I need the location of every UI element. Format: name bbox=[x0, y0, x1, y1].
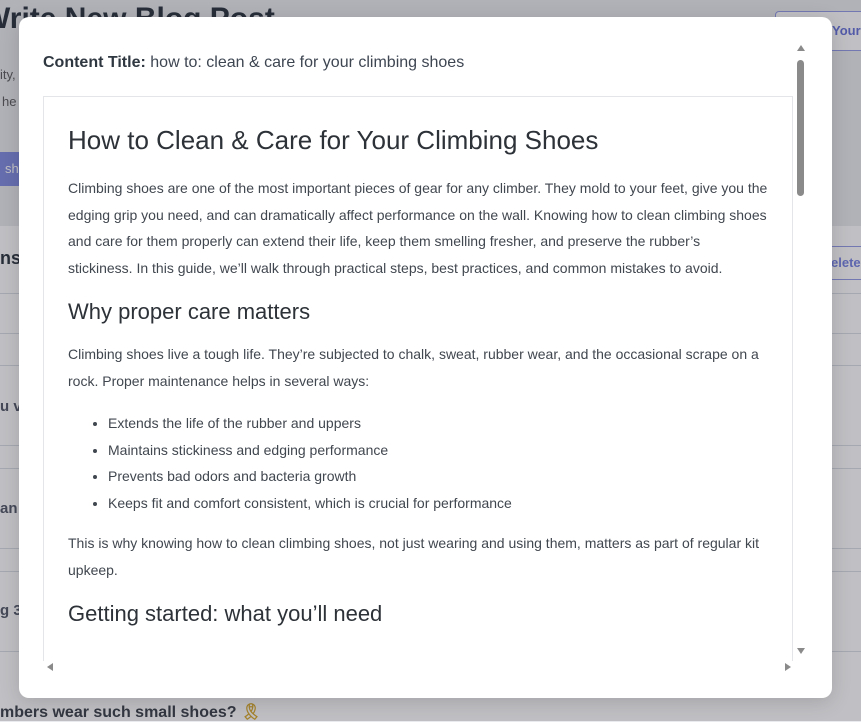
document-title: How to Clean & Care for Your Climbing Sh… bbox=[68, 125, 599, 155]
vertical-scrollbar[interactable] bbox=[795, 45, 807, 657]
scrollbar-thumb[interactable] bbox=[797, 60, 804, 196]
section-heading: Getting started: what you’ll need bbox=[68, 601, 383, 627]
section-paragraph: This is why knowing how to clean climbin… bbox=[68, 535, 759, 578]
bullet-list: Extends the life of the rubber and upper… bbox=[68, 410, 768, 516]
document-body: How to Clean & Care for Your Climbing Sh… bbox=[68, 123, 768, 643]
content-title-label: Content Title: bbox=[43, 54, 146, 71]
section-heading: Why proper care matters bbox=[68, 299, 311, 324]
horizontal-scrollbar[interactable] bbox=[47, 661, 791, 673]
content-title-value: how to: clean & care for your climbing s… bbox=[150, 54, 465, 71]
section-paragraph: Climbing shoes live a tough life. They’r… bbox=[68, 346, 759, 389]
bullet-item: Extends the life of the rubber and upper… bbox=[108, 410, 768, 437]
intro-paragraph: Climbing shoes are one of the most impor… bbox=[68, 180, 768, 276]
content-preview-modal: Content Title: how to: clean & care for … bbox=[19, 17, 832, 698]
scroll-down-icon[interactable] bbox=[797, 648, 805, 654]
bullet-item: Maintains stickiness and edging performa… bbox=[108, 437, 768, 464]
scroll-right-icon[interactable] bbox=[785, 663, 791, 671]
scroll-left-icon[interactable] bbox=[47, 663, 53, 671]
content-title: Content Title: how to: clean & care for … bbox=[43, 54, 464, 72]
bullet-item: Prevents bad odors and bacteria growth bbox=[108, 463, 768, 490]
bullet-item: Keeps fit and comfort consistent, which … bbox=[108, 490, 768, 517]
content-preview-frame[interactable]: How to Clean & Care for Your Climbing Sh… bbox=[43, 96, 793, 661]
scroll-up-icon[interactable] bbox=[797, 45, 805, 51]
